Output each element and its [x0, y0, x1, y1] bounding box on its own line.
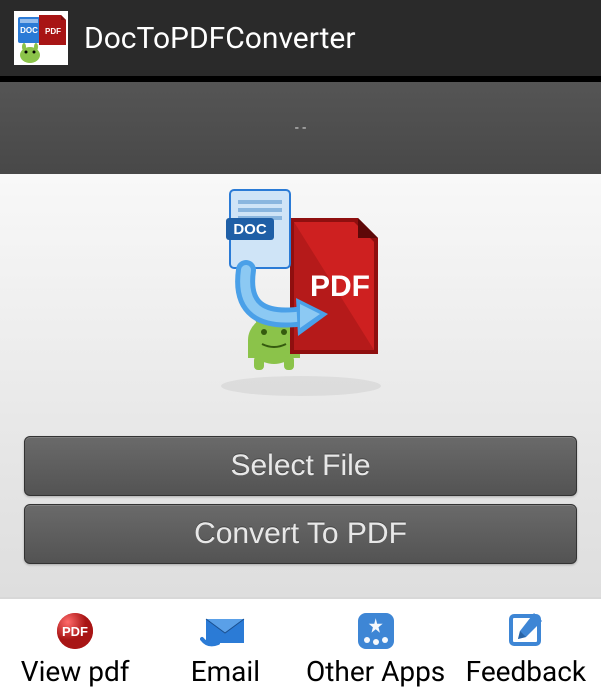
- bottom-item-other-apps[interactable]: Other Apps: [301, 607, 451, 688]
- bottom-bar: PDF View pdf Email: [0, 597, 601, 695]
- appstore-icon: [350, 607, 402, 655]
- mail-icon: [199, 607, 251, 655]
- convert-button[interactable]: Convert To PDF: [24, 504, 577, 564]
- bottom-item-view-pdf[interactable]: PDF View pdf: [0, 607, 150, 688]
- convert-label: Convert To PDF: [194, 517, 407, 551]
- select-file-label: Select File: [230, 449, 370, 483]
- app-title: DocToPDFConverter: [84, 21, 356, 56]
- svg-text:PDF: PDF: [45, 27, 61, 36]
- bottom-label: Other Apps: [306, 655, 445, 688]
- edit-icon: [500, 607, 552, 655]
- bottom-label: Email: [191, 655, 260, 688]
- bottom-item-email[interactable]: Email: [150, 607, 300, 688]
- app-icon: DOC PDF: [14, 11, 68, 65]
- doc-to-pdf-hero-icon: PDF DOC: [186, 186, 416, 416]
- main-content: PDF DOC Select File Convert To PDF: [0, 174, 601, 597]
- svg-text:DOC: DOC: [20, 26, 38, 35]
- titlebar: DOC PDF DocToPDFConverter: [0, 0, 601, 82]
- svg-text:PDF: PDF: [310, 270, 370, 303]
- bottom-item-feedback[interactable]: Feedback: [451, 607, 601, 688]
- bottom-label: Feedback: [466, 655, 586, 688]
- svg-text:DOC: DOC: [233, 221, 267, 238]
- select-file-button[interactable]: Select File: [24, 436, 577, 496]
- bottom-label: View pdf: [21, 655, 130, 688]
- svg-text:PDF: PDF: [62, 624, 88, 639]
- banner-strip: - -: [0, 82, 601, 174]
- pdf-badge-icon: PDF: [49, 607, 101, 655]
- banner-text: - -: [295, 120, 306, 136]
